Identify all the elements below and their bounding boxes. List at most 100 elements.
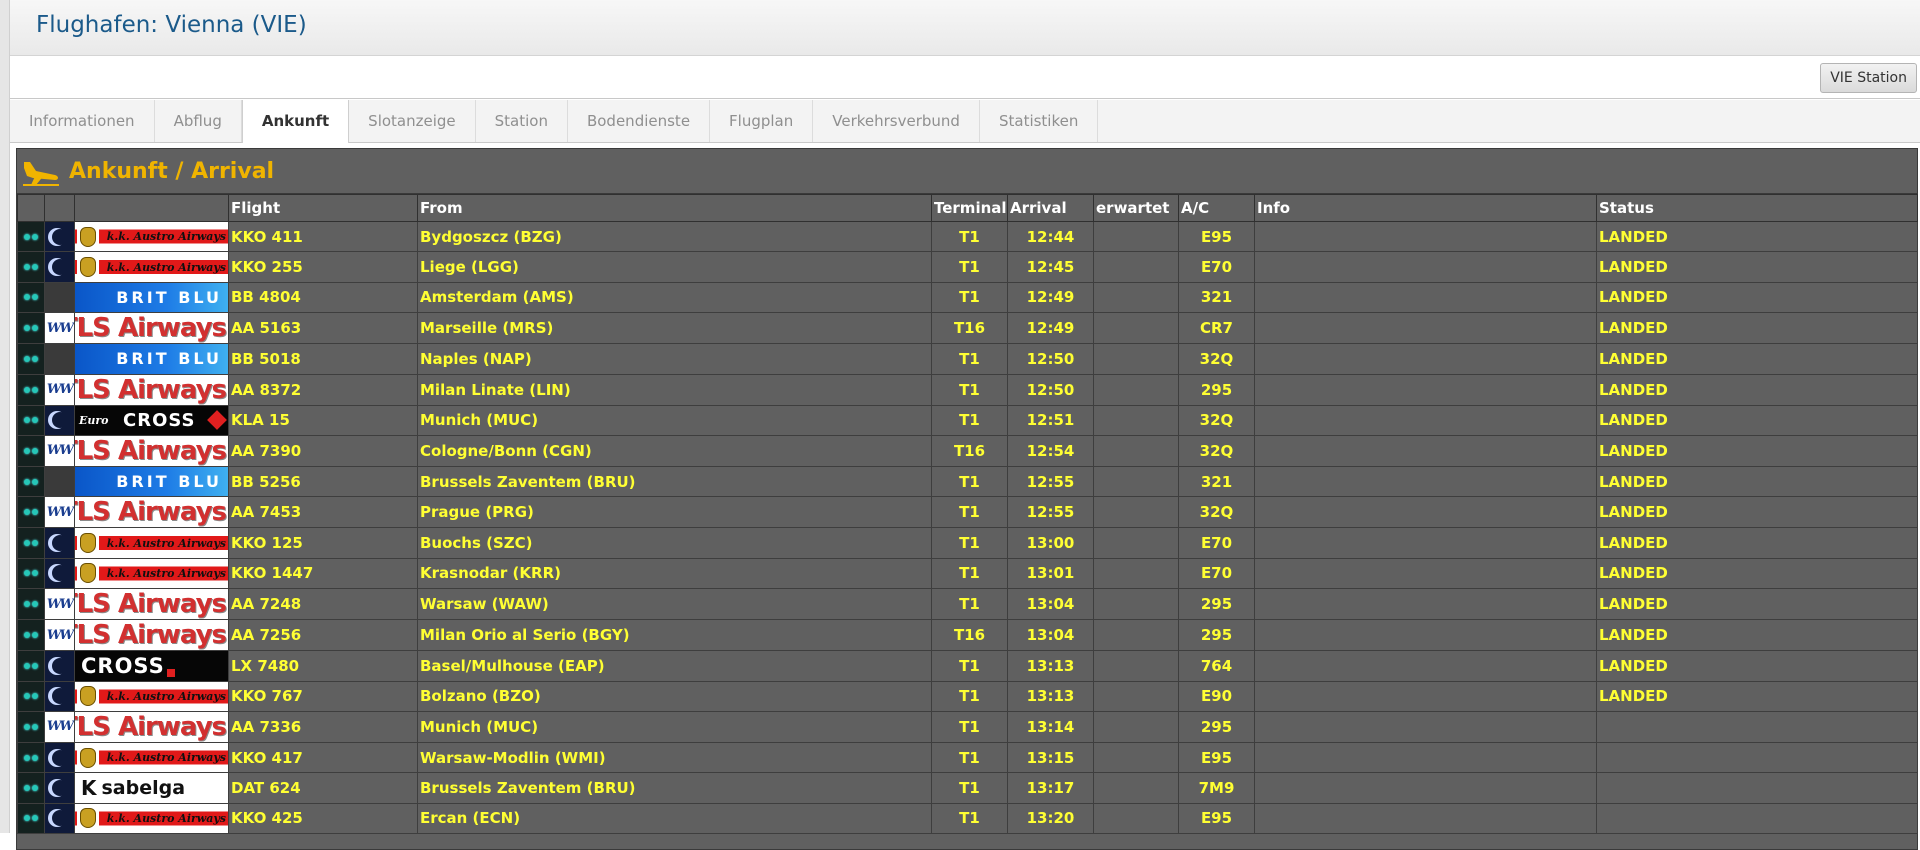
origin: Munich (MUC) [417,710,932,743]
vie-station-button[interactable]: VIE Station [1820,63,1917,93]
table-row[interactable]: CROSS LX 7480 Basel/Mulhouse (EAP) T1 13:13 7… [17,650,1918,682]
expected-time [1093,343,1179,375]
airline-cell: k.k. Austro Airways [74,741,229,774]
info [1254,772,1597,804]
table-row[interactable]: WW TLS Airways AA 7248 Warsaw (WAW) T1 13:04 2… [17,588,1918,621]
indicator-dots-icon [19,682,44,710]
airline-cell: TLS Airways [74,710,229,743]
table-header-row: Flight From Terminal Arrival erwartet A/… [17,194,1918,222]
tab-bodendienste[interactable]: Bodendienste [568,100,711,142]
table-row[interactable]: WW TLS Airways AA 5163 Marseille (MRS) T16 12… [17,312,1918,345]
expected-time [1093,710,1179,743]
aircraft-type: CR7 [1178,312,1255,345]
tab-statistiken[interactable]: Statistiken [980,100,1099,142]
airline-cell: k.k. Austro Airways [74,251,229,283]
tab-abflug[interactable]: Abflug [155,100,242,142]
ww-badge-icon: WW [45,712,74,742]
crescent-icon [45,252,74,282]
table-row[interactable]: BRIT BLU BB 4804 Amsterdam (AMS) T1 12:49 321… [17,281,1918,314]
info [1254,802,1597,835]
status: LANDED [1596,373,1918,406]
expected-time [1093,404,1179,436]
info [1254,343,1597,375]
expected-time [1093,220,1179,253]
info [1254,220,1597,253]
arrivals-table: Flight From Terminal Arrival erwartet A/… [17,194,1918,835]
status-indicator [17,619,45,652]
status: LANDED [1596,343,1918,375]
airline-logo-kk: k.k. Austro Airways [75,528,228,558]
status: LANDED [1596,650,1918,682]
expected-time [1093,373,1179,406]
alliance-cell [44,680,75,712]
header-ac: A/C [1178,194,1255,222]
terminal: T1 [931,557,1008,590]
crescent-icon [45,222,74,251]
table-row[interactable]: k.k. Austro Airways KKO 1447 Krasnodar (KR… [17,557,1918,590]
expected-time [1093,557,1179,590]
origin: Krasnodar (KRR) [417,557,932,590]
table-row[interactable]: WW TLS Airways AA 7256 Milan Orio al Serio … [17,619,1918,652]
flight-number: AA 7453 [228,496,418,529]
status-indicator [17,496,45,529]
indicator-dots-icon [19,253,44,281]
header-arrival: Arrival [1007,194,1094,222]
table-row[interactable]: BRIT BLU BB 5256 Brussels Zaventem (BRU) T1… [17,465,1918,498]
tab-ankunft[interactable]: Ankunft [241,100,350,143]
status: LANDED [1596,465,1918,498]
status-indicator [17,802,45,835]
table-row[interactable]: k.k. Austro Airways KKO 125 Buochs (SZC) T1… [17,527,1918,559]
red-square-icon [166,668,175,677]
table-row[interactable]: WW TLS Airways AA 7390 Cologne/Bonn (CGN) T1… [17,434,1918,467]
airline-logo-kk: k.k. Austro Airways [75,682,228,711]
alliance-cell [44,527,75,559]
tab-slotanzeige[interactable]: Slotanzeige [349,100,476,142]
arrival-time: 12:54 [1007,434,1094,467]
page-title: Flughafen: Vienna (VIE) [36,12,307,38]
airline-cell: TLS Airways [74,496,229,529]
expected-time [1093,772,1179,804]
table-row[interactable]: Euro CROSS KLA 15 Munich (MUC) T1 12:51 32Q LAN… [17,404,1918,436]
tab-flugplan[interactable]: Flugplan [710,100,814,142]
flight-number: AA 5163 [228,312,418,345]
tab-station[interactable]: Station [476,100,568,142]
table-row[interactable]: k.k. Austro Airways KKO 411 Bydgoszcz (BZG… [17,220,1918,253]
status-indicator [17,404,45,436]
origin: Naples (NAP) [417,343,932,375]
aircraft-type: 295 [1178,373,1255,406]
terminal: T1 [931,496,1008,529]
airline-logo-tls: TLS Airways [75,313,228,343]
table-row[interactable]: k.k. Austro Airways KKO 255 Liege (LGG) T1 1… [17,251,1918,283]
table-row[interactable]: WW TLS Airways AA 8372 Milan Linate (LIN) T1… [17,373,1918,406]
table-row[interactable]: k.k. Austro Airways KKO 417 Warsaw-Modlin … [17,741,1918,774]
tab-verkehrsverbund[interactable]: Verkehrsverbund [813,100,980,142]
aircraft-type: 764 [1178,650,1255,682]
origin: Marseille (MRS) [417,312,932,345]
header-terminal: Terminal [931,194,1008,222]
tab-informationen[interactable]: Informationen [10,100,155,142]
table-row[interactable]: WW TLS Airways AA 7453 Prague (PRG) T1 12:55 3… [17,496,1918,529]
flight-number: KKO 1447 [228,557,418,590]
expected-time [1093,650,1179,682]
info [1254,619,1597,652]
crest-icon [77,224,99,249]
header-airline [74,194,229,222]
flight-number: AA 7390 [228,434,418,467]
expected-time [1093,619,1179,652]
tab-bar: Informationen Abflug Ankunft Slotanzeige… [10,100,1920,143]
status: LANDED [1596,588,1918,621]
status [1596,802,1918,835]
flight-number: KLA 15 [228,404,418,436]
airline-logo-brit: BRIT BLU [75,344,228,374]
indicator-dots-icon [19,345,44,373]
table-row[interactable]: WW TLS Airways AA 7336 Munich (MUC) T1 13:14 2… [17,710,1918,743]
table-row[interactable]: k.k. Austro Airways KKO 767 Bolzano (BZO) T… [17,680,1918,712]
origin: Warsaw-Modlin (WMI) [417,741,932,774]
crescent-icon [45,743,74,772]
table-row[interactable]: k.k. Austro Airways KKO 425 Ercan (ECN) T1 1… [17,802,1918,835]
aircraft-type: 321 [1178,465,1255,498]
aircraft-type: E90 [1178,680,1255,712]
table-row[interactable]: Ksabelga DAT 624 Brussels Zaventem (BRU) T1… [17,772,1918,804]
table-row[interactable]: BRIT BLU BB 5018 Naples (NAP) T1 12:50 32Q LAN… [17,343,1918,375]
ww-badge-icon: WW [45,497,74,527]
